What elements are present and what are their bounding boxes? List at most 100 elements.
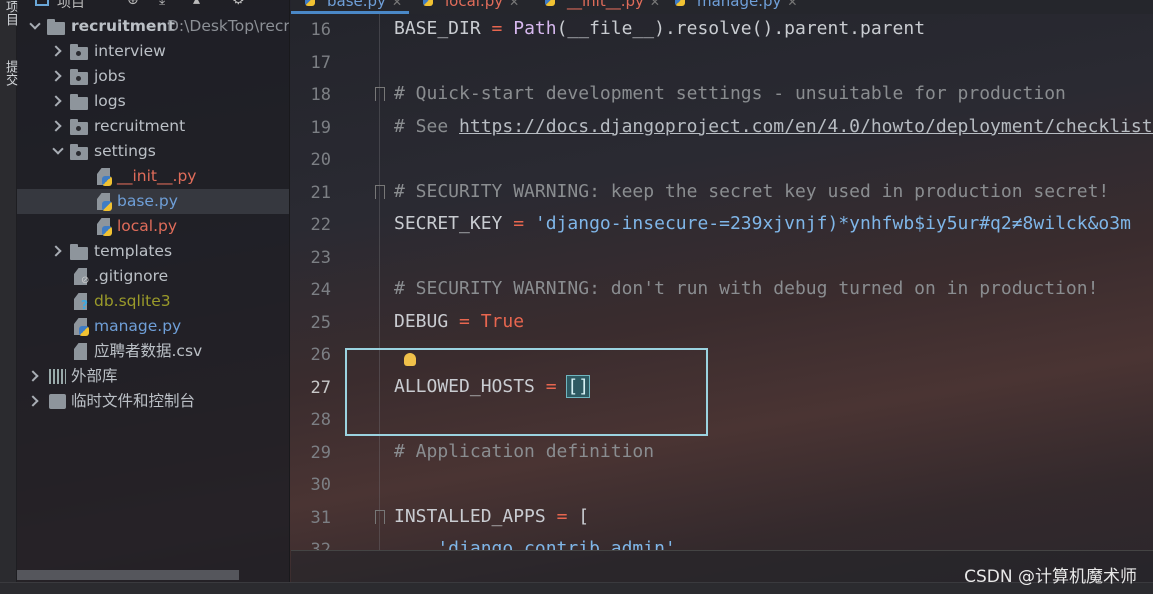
line-number: 27 xyxy=(310,377,331,398)
close-tab-icon[interactable]: ✕ xyxy=(787,0,797,9)
line-number: 19 xyxy=(310,117,331,138)
close-tab-icon[interactable]: ✕ xyxy=(650,0,660,9)
code-token: SECRET_KEY xyxy=(394,213,514,234)
python-icon xyxy=(545,0,555,6)
tree-item[interactable]: interview xyxy=(17,39,289,64)
tree-item-label: 临时文件和控制台 xyxy=(71,392,196,410)
folder-icon xyxy=(47,19,65,35)
tree-item-label: manage.py xyxy=(94,317,182,335)
project-view-icon[interactable] xyxy=(35,0,49,6)
tree-item[interactable]: manage.py xyxy=(17,314,289,339)
chevron-right-icon[interactable] xyxy=(27,370,39,382)
chevron-right-icon[interactable] xyxy=(50,70,62,82)
fold-icon[interactable] xyxy=(375,87,385,101)
fold-icon[interactable] xyxy=(375,509,385,524)
line-number: 30 xyxy=(310,475,331,495)
code-line[interactable]: # Quick-start development settings - uns… xyxy=(394,83,1066,104)
code-token: # SECURITY WARNING: keep the secret key … xyxy=(394,180,1110,202)
lightbulb-icon[interactable] xyxy=(404,353,416,366)
tab-label: __init__.py xyxy=(567,0,644,10)
line-number: 21 xyxy=(310,182,331,203)
python-icon xyxy=(102,201,112,211)
tree-item[interactable]: logs xyxy=(17,89,289,114)
chevron-down-icon[interactable] xyxy=(29,18,41,30)
folder-icon xyxy=(70,244,88,260)
collapse-all-icon[interactable]: ⤓ xyxy=(159,0,165,8)
fold-icon[interactable] xyxy=(375,184,385,199)
code-line[interactable]: DEBUG = True xyxy=(394,311,524,332)
python-icon xyxy=(79,326,89,336)
tree-item[interactable]: recruitmentD:\DeskTop\recruitment xyxy=(17,14,289,39)
locate-icon[interactable]: ⊕ xyxy=(127,0,139,8)
code-token: INSTALLED_APPS xyxy=(394,505,557,527)
tree-item[interactable]: recruitment xyxy=(17,114,289,139)
code-token: True xyxy=(469,310,525,332)
tree-item[interactable]: jobs xyxy=(17,64,289,89)
tab-initpy[interactable]: __init__.py ✕ xyxy=(531,0,661,14)
tree-item[interactable]: 临时文件和控制台 xyxy=(17,389,289,414)
tree-item-label: jobs xyxy=(94,67,126,85)
line-number: 16 xyxy=(310,20,331,40)
tree-item-label: interview xyxy=(94,42,166,60)
tree-item-label: 应聘者数据.csv xyxy=(94,342,203,360)
tree-item-label: base.py xyxy=(117,192,178,210)
code-token: (__file__).resolve().parent.parent xyxy=(556,18,926,39)
package-dot xyxy=(76,126,81,131)
python-icon xyxy=(675,0,685,6)
line-number: 18 xyxy=(310,85,331,105)
tree-item[interactable]: settings xyxy=(17,139,289,164)
tree-item-label: .gitignore xyxy=(94,267,169,285)
chevron-right-icon[interactable] xyxy=(50,45,62,57)
folder-icon xyxy=(70,69,88,85)
code-token: Path xyxy=(502,18,557,39)
tree-item[interactable]: ⊘ .gitignore xyxy=(17,264,289,289)
tab-basepy[interactable]: base.py ✕ xyxy=(291,0,409,14)
folder-icon xyxy=(70,94,88,110)
tree-item[interactable]: local.py xyxy=(17,214,289,239)
highlight-box xyxy=(345,348,708,436)
code-editor[interactable]: 16 BASE_DIR = Path(__file__).resolve().pa… xyxy=(291,14,1153,550)
tree-item[interactable]: 外部库 xyxy=(17,364,289,389)
tree-item[interactable]: ? db.sqlite3 xyxy=(17,289,289,314)
expand-icon[interactable]: ▴ xyxy=(193,0,200,8)
code-line[interactable]: 'django.contrib.admin', xyxy=(394,538,686,550)
chevron-right-icon[interactable] xyxy=(27,395,39,407)
tab-managepy[interactable]: manage.py ✕ xyxy=(661,0,801,14)
tree-item[interactable]: templates xyxy=(17,239,289,264)
gear-icon[interactable]: ⚙ xyxy=(232,0,245,8)
horizontal-scrollbar[interactable] xyxy=(17,570,239,580)
chevron-down-icon[interactable] xyxy=(52,143,64,155)
code-line[interactable]: SECRET_KEY = 'django-insecure-=239xjvnjf… xyxy=(394,213,1131,234)
tab-localpy[interactable]: local.py ✕ xyxy=(409,0,531,14)
close-tab-icon[interactable]: ✕ xyxy=(392,0,402,9)
line-number: 22 xyxy=(310,215,331,235)
left-tool-strip: 项目 提交 xyxy=(0,0,18,594)
tree-item[interactable]: base.py xyxy=(17,189,289,214)
code-line[interactable]: # SECURITY WARNING: keep the secret key … xyxy=(394,181,1109,202)
folder-icon xyxy=(70,144,88,160)
tree-item-label: recruitment xyxy=(71,17,175,35)
python-icon xyxy=(423,0,433,6)
code-line[interactable]: # Application definition xyxy=(394,441,654,462)
code-line[interactable]: INSTALLED_APPS = [ xyxy=(394,506,589,527)
code-line[interactable]: # SECURITY WARNING: don't run with debug… xyxy=(394,278,1098,299)
line-number: 32 xyxy=(310,540,331,550)
chevron-right-icon[interactable] xyxy=(50,245,62,257)
line-number: 25 xyxy=(310,312,331,333)
code-token: 'django-insecure-=239xjvnjf)*ynhfwb$iy5u… xyxy=(524,213,1131,234)
close-tab-icon[interactable]: ✕ xyxy=(509,0,519,9)
code-line[interactable]: # See https://docs.djangoproject.com/en/… xyxy=(394,116,1153,137)
tree-item[interactable]: __init__.py xyxy=(17,164,289,189)
code-line[interactable]: BASE_DIR = Path(__file__).resolve().pare… xyxy=(394,18,925,39)
code-token: = xyxy=(556,505,568,527)
project-panel: 项目 ⊕ ⤓ ▴ ⚙ recruitmentD:\DeskTop\recruit… xyxy=(17,0,290,582)
package-dot xyxy=(76,151,81,156)
tree-item-label: 外部库 xyxy=(71,367,118,385)
code-token: BASE_DIR xyxy=(394,18,492,39)
project-view-selector[interactable]: 项目 xyxy=(57,0,85,12)
tree-item-label: recruitment xyxy=(94,117,186,135)
tree-item[interactable]: 应聘者数据.csv xyxy=(17,339,289,364)
code-token: = xyxy=(459,310,470,332)
chevron-right-icon[interactable] xyxy=(50,95,62,107)
chevron-right-icon[interactable] xyxy=(50,120,62,132)
